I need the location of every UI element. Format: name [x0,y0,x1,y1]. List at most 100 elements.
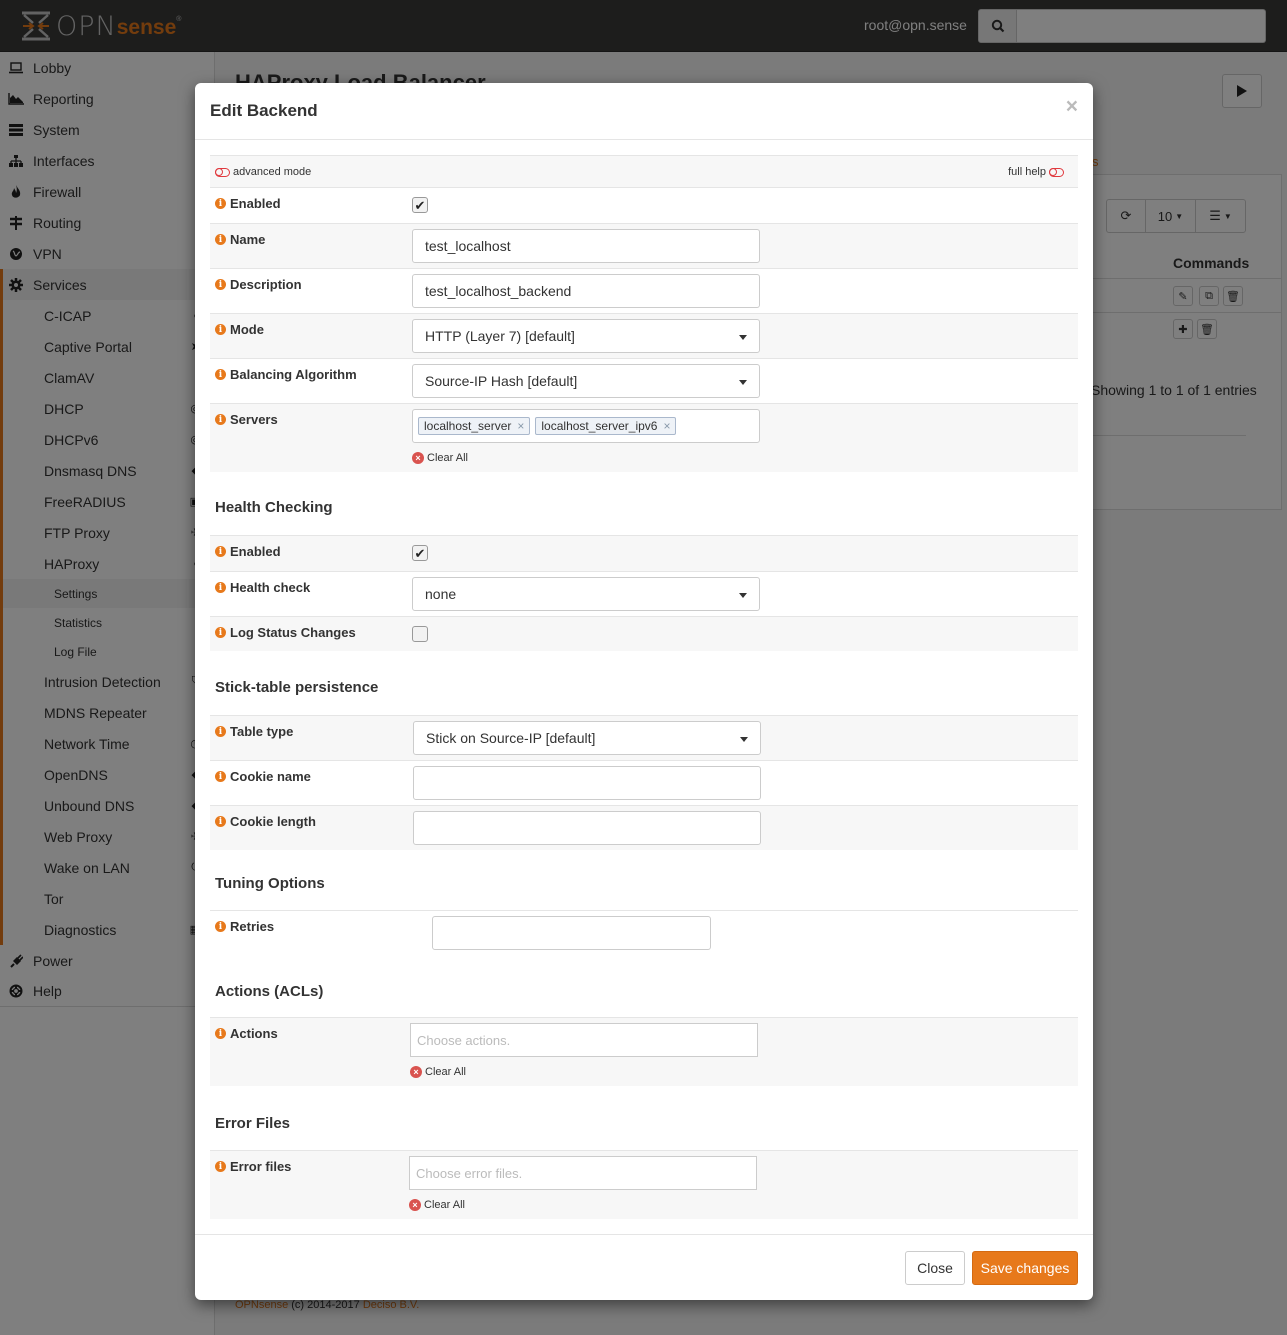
label-text: Table type [230,724,294,739]
label-text: Retries [230,919,275,934]
caret-down-icon [739,335,747,340]
retries-input[interactable] [432,916,711,950]
field-label-table-type: i Table type [215,724,293,739]
cookie-length-input[interactable] [413,811,761,845]
description-value: test_localhost_backend [425,283,572,299]
info-icon[interactable]: i [215,369,226,380]
health-check-value: none [425,586,457,602]
label-text: Name [230,232,266,247]
info-icon[interactable]: i [215,546,226,557]
info-icon[interactable]: i [215,414,226,425]
name-value: test_localhost [425,238,511,254]
info-icon[interactable]: i [215,1161,226,1172]
error-files-multiselect[interactable]: Choose error files. [409,1156,757,1190]
field-label-cookie-length: i Cookie length [215,814,316,829]
full-help-toggle[interactable]: full help [1008,166,1064,178]
section-title-tuning: Tuning Options [215,875,325,892]
label-text: Actions [230,1026,278,1041]
field-label-description: i Description [215,277,302,292]
info-icon[interactable]: i [215,324,226,335]
server-tag: localhost_server_ipv6 × [535,417,677,435]
clear-all-label: Clear All [424,1199,465,1211]
health-enabled-checkbox[interactable]: ✔ [412,545,428,561]
caret-down-icon [740,737,748,742]
field-row-cookie-length: i Cookie length [210,805,1078,850]
field-row-cookie-name: i Cookie name [210,760,1078,805]
close-button[interactable]: Close [905,1251,965,1285]
info-icon[interactable]: i [215,627,226,638]
section-title-errorfiles: Error Files [215,1115,291,1132]
mode-value: HTTP (Layer 7) [default] [425,328,575,344]
tag-label: localhost_server [424,419,512,433]
balancing-select[interactable]: Source-IP Hash [default] [412,364,760,398]
modal-header: Edit Backend × [195,83,1093,140]
field-row-actions: i Actions Choose actions. × Clear All [210,1017,1078,1086]
actions-placeholder: Choose actions. [417,1032,511,1048]
table-type-select[interactable]: Stick on Source-IP [default] [413,721,761,755]
info-icon[interactable]: i [215,1028,226,1039]
servers-multiselect[interactable]: localhost_server × localhost_server_ipv6 × [412,409,760,443]
field-label-balancing: i Balancing Algorithm [215,367,357,382]
remove-circle-icon: × [409,1199,421,1211]
field-label-health-check: i Health check [215,580,310,595]
servers-clear-all[interactable]: × Clear All [412,452,468,464]
table-type-value: Stick on Source-IP [default] [426,730,596,746]
field-row-enabled: i Enabled ✔ [210,187,1078,223]
field-row-retries: i Retries [210,910,1078,955]
remove-tag-icon[interactable]: × [663,419,670,433]
info-icon[interactable]: i [215,921,226,932]
description-input[interactable]: test_localhost_backend [412,274,760,308]
cookie-name-input[interactable] [413,766,761,800]
caret-down-icon [739,380,747,385]
label-text: Health check [230,580,311,595]
info-icon[interactable]: i [215,582,226,593]
label-text: Mode [230,322,264,337]
modal-title: Edit Backend [210,101,318,120]
info-icon[interactable]: i [215,198,226,209]
name-input[interactable]: test_localhost [412,229,760,263]
actions-clear-all[interactable]: × Clear All [410,1066,466,1078]
enabled-checkbox[interactable]: ✔ [412,197,428,213]
field-label-servers: i Servers [215,412,278,427]
field-label-actions: i Actions [215,1026,278,1041]
save-changes-button[interactable]: Save changes [972,1251,1078,1285]
section-title-actions: Actions (ACLs) [215,983,324,1000]
toggle-off-icon [215,167,230,177]
remove-tag-icon[interactable]: × [517,419,524,433]
advanced-mode-toggle[interactable]: advanced mode [215,166,311,178]
field-row-error-files: i Error files Choose error files. × Clear … [210,1150,1078,1219]
field-row-health-enabled: i Enabled ✔ [210,535,1078,571]
field-row-mode: i Mode HTTP (Layer 7) [default] [210,313,1078,358]
label-text: Error files [230,1159,292,1174]
info-icon[interactable]: i [215,726,226,737]
mode-select[interactable]: HTTP (Layer 7) [default] [412,319,760,353]
section-title-health: Health Checking [215,499,333,516]
info-icon[interactable]: i [215,771,226,782]
field-label-mode: i Mode [215,322,264,337]
field-row-name: i Name test_localhost [210,223,1078,268]
server-tag: localhost_server × [418,417,531,435]
modal-footer: Close Save changes [195,1234,1093,1300]
field-row-description: i Description test_localhost_backend [210,268,1078,313]
field-row-health-check: i Health check none [210,571,1078,616]
remove-circle-icon: × [410,1066,422,1078]
info-icon[interactable]: i [215,279,226,290]
info-icon[interactable]: i [215,234,226,245]
field-label-error-files: i Error files [215,1159,291,1174]
edit-backend-dialog: Edit Backend × advanced mode full help i… [195,83,1093,1300]
actions-multiselect[interactable]: Choose actions. [410,1023,758,1057]
label-text: Balancing Algorithm [230,367,357,382]
mode-toggle-row: advanced mode full help [210,155,1078,187]
health-check-select[interactable]: none [412,577,760,611]
clear-all-label: Clear All [425,1066,466,1078]
toggle-off-icon [1049,167,1064,177]
error-files-placeholder: Choose error files. [416,1165,523,1181]
error-files-clear-all[interactable]: × Clear All [409,1199,465,1211]
log-status-checkbox[interactable] [412,626,428,642]
label-text: Description [230,277,302,292]
tag-label: localhost_server_ipv6 [541,419,658,433]
label-text: Servers [230,412,278,427]
caret-down-icon [739,593,747,598]
close-icon[interactable]: × [1066,95,1078,119]
info-icon[interactable]: i [215,816,226,827]
